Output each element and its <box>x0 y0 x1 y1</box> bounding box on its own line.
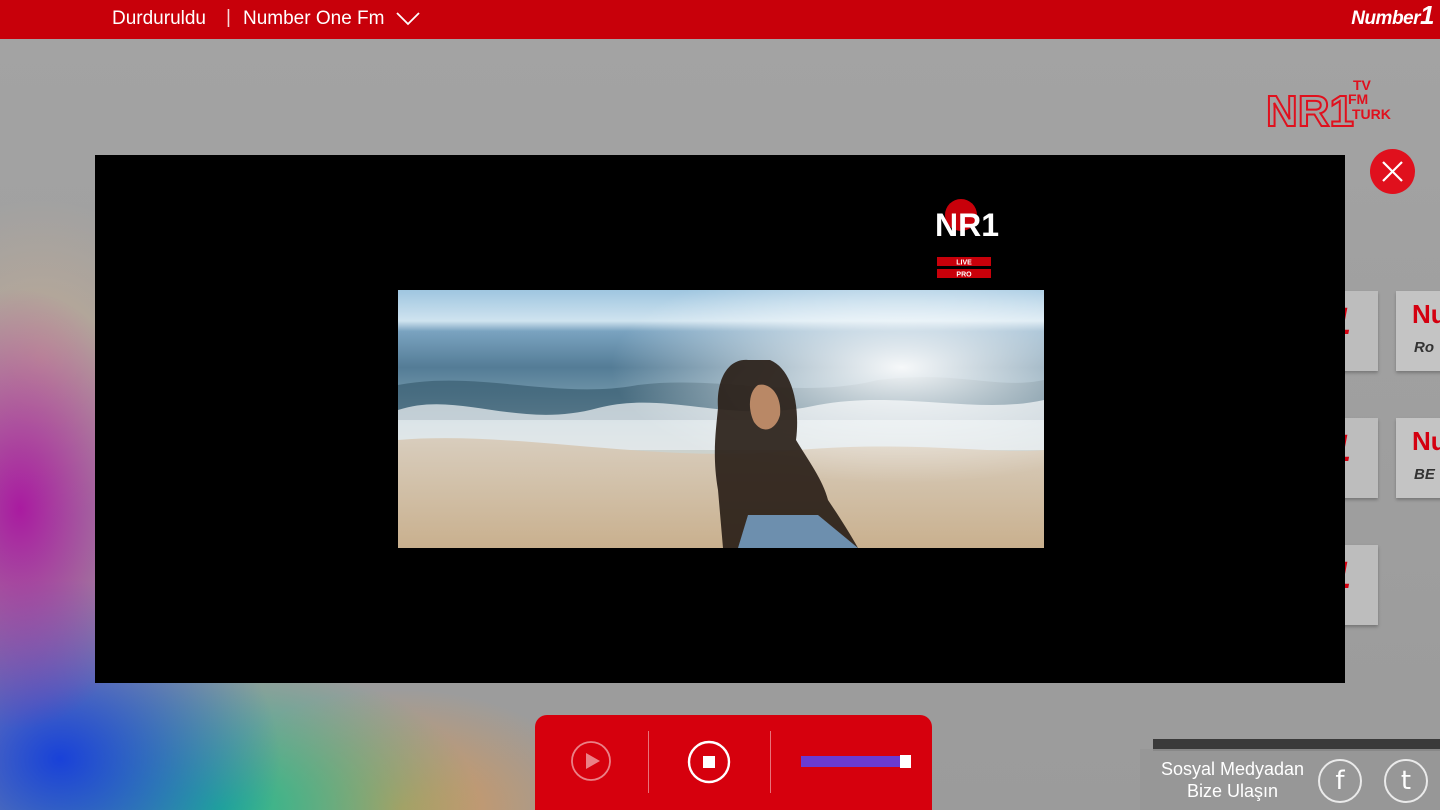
tile-sublabel: BE <box>1414 466 1435 483</box>
volume-fill <box>801 756 905 767</box>
corner-logo-line-3: TURK <box>1352 106 1391 122</box>
channel-logo: NR1 LIVE PRO <box>935 199 999 279</box>
volume-slider[interactable] <box>801 755 911 768</box>
station-tile[interactable]: Nu Ro <box>1396 291 1440 371</box>
brand-text: Number <box>1351 8 1421 29</box>
close-video-button[interactable] <box>1370 149 1415 194</box>
stop-icon <box>703 756 715 768</box>
tile-label: Nu <box>1412 299 1440 329</box>
video-player-modal[interactable]: NR1 LIVE PRO <box>95 155 1345 683</box>
stop-button[interactable] <box>687 740 731 784</box>
channel-logo-sub-1: LIVE <box>956 260 972 267</box>
brand-number: 1 <box>1420 0 1434 30</box>
channel-logo-sub-2: PRO <box>956 272 972 279</box>
video-content <box>398 290 1044 548</box>
corner-logo-line-2: FM <box>1348 91 1368 107</box>
social-panel: Sosyal Medyadan Bize Ulaşın f t <box>1140 749 1440 810</box>
social-label-line-1: Sosyal Medyadan <box>1160 759 1305 779</box>
play-button[interactable] <box>571 741 611 781</box>
station-selector[interactable]: Number One Fm <box>243 6 421 32</box>
corner-logo-main: NR1 <box>1266 87 1354 134</box>
channel-logo-text: NR1 <box>935 207 999 243</box>
control-divider <box>648 731 649 793</box>
close-icon <box>1382 161 1403 182</box>
twitter-button[interactable]: t <box>1384 759 1428 803</box>
play-icon <box>586 753 600 769</box>
video-frame[interactable] <box>398 290 1044 548</box>
social-label-line-2: Bize Ulaşın <box>1186 781 1279 801</box>
status-separator: | <box>226 7 231 28</box>
tile-sublabel: Ro <box>1414 339 1434 356</box>
volume-knob[interactable] <box>900 755 911 768</box>
tile-label: Nu <box>1412 426 1440 456</box>
facebook-icon: f <box>1335 766 1345 796</box>
station-name: Number One Fm <box>243 8 385 29</box>
social-label: Sosyal Medyadan Bize Ulaşın <box>1150 758 1315 802</box>
playback-status: Durduruldu <box>112 8 206 29</box>
brand-logo: Number1 <box>1351 2 1434 30</box>
twitter-icon: t <box>1400 766 1412 796</box>
station-tile[interactable]: Nu BE <box>1396 418 1440 498</box>
control-divider <box>770 731 771 793</box>
player-controls <box>535 715 932 810</box>
facebook-button[interactable]: f <box>1318 759 1362 803</box>
top-bar: Durduruldu | Number One Fm Number1 <box>0 0 1440 39</box>
chevron-down-icon <box>396 12 421 26</box>
nr1-corner-logo: NR1 TV FM TURK <box>1266 77 1391 134</box>
